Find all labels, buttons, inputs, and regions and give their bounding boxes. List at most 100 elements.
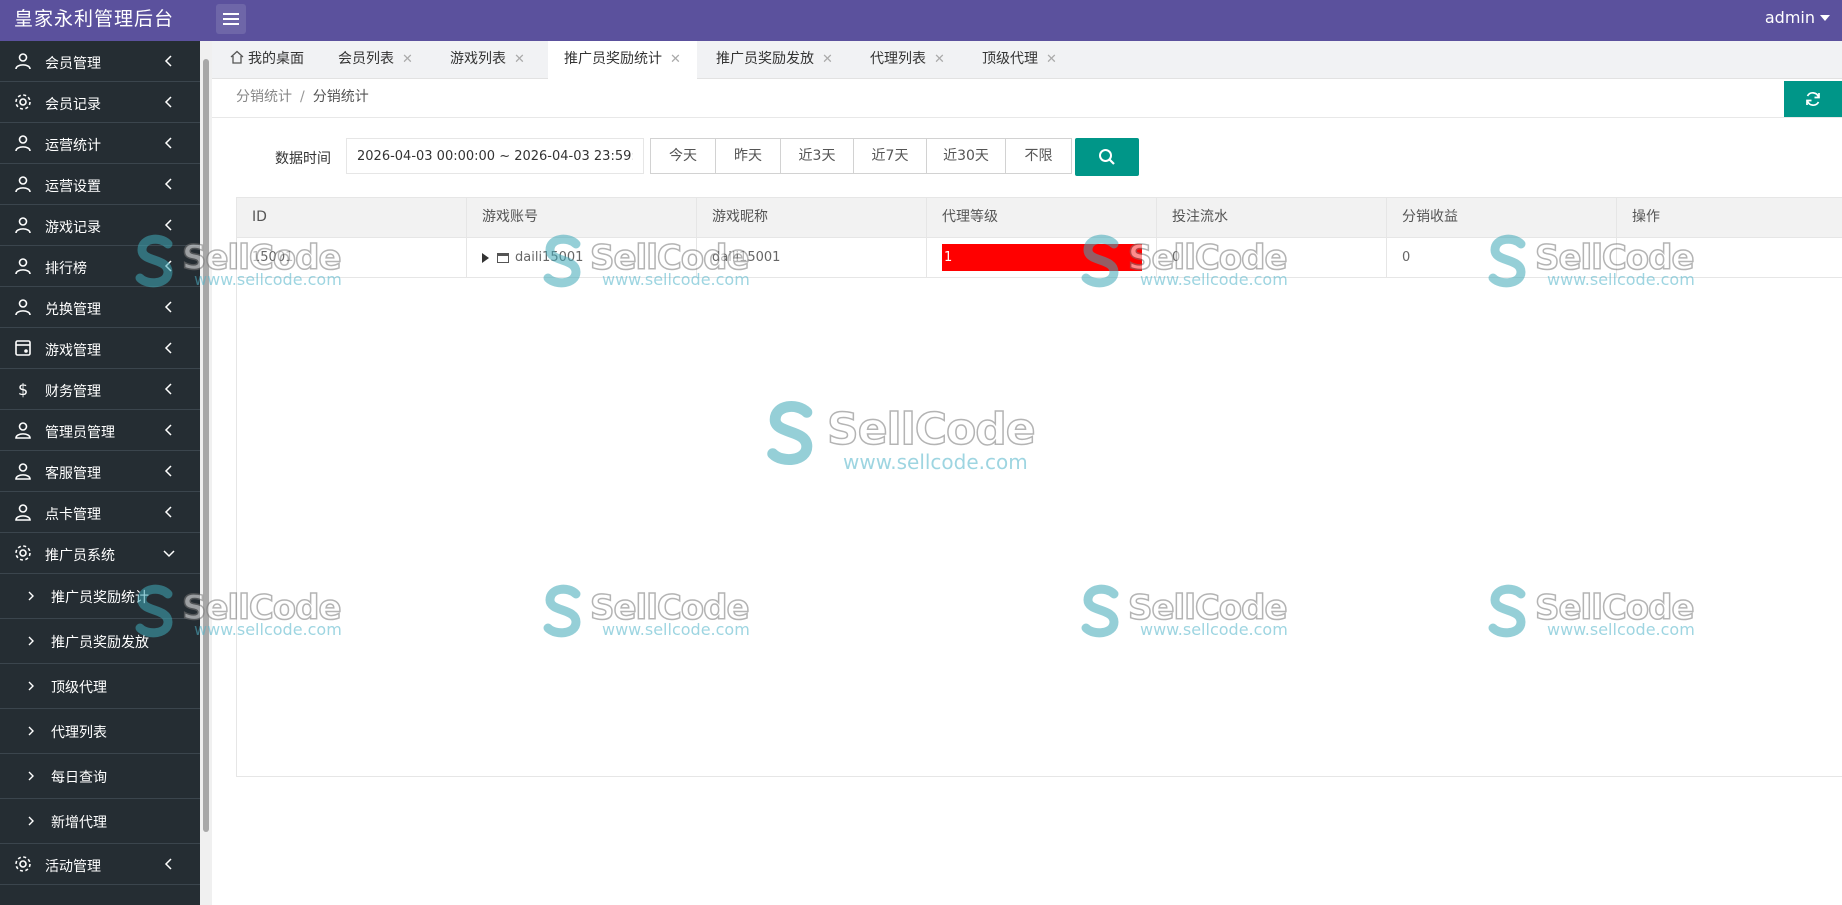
sidebar-subitem-label: 顶级代理	[51, 680, 107, 696]
sidebar-item-promoter-system[interactable]: 推广员系统	[0, 533, 200, 574]
close-icon[interactable]: ✕	[934, 52, 945, 67]
sidebar-item-leaderboard[interactable]: 排行榜	[0, 246, 200, 287]
column-header-nickname: 游戏昵称	[697, 198, 927, 237]
gear-icon	[15, 545, 31, 561]
game-icon	[15, 340, 31, 356]
sidebar-subitem-add-agent[interactable]: 新增代理	[0, 799, 200, 844]
sidebar-item-customer-service[interactable]: 客服管理	[0, 451, 200, 492]
range-today-button[interactable]: 今天	[651, 139, 716, 173]
sidebar-subitem-daily-query[interactable]: 每日查询	[0, 754, 200, 799]
range-3days-button[interactable]: 近3天	[781, 139, 854, 173]
app-title: 皇家永利管理后台	[14, 8, 175, 30]
chevron-left-icon	[164, 178, 172, 190]
chevron-left-icon	[164, 137, 172, 149]
close-icon[interactable]: ✕	[402, 52, 413, 67]
sidebar-item-activity-management[interactable]: 活动管理	[0, 844, 200, 885]
sidebar-subitem-label: 每日查询	[51, 770, 107, 786]
tab-bar: 我的桌面 会员列表 ✕ 游戏列表 ✕ 推广员奖励统计 ✕ 推广员奖励发放 ✕ 代理列表 ✕…	[212, 41, 1842, 79]
breadcrumb: 分销统计 / 分销统计	[236, 86, 369, 106]
sidebar-subitem-top-agent[interactable]: 顶级代理	[0, 664, 200, 709]
sidebar-item-member-records[interactable]: 会员记录	[0, 82, 200, 123]
sidebar-item-label: 活动管理	[45, 859, 101, 875]
table-row[interactable]: 15001 daili15001 daili15001 1 0 0	[237, 238, 1842, 278]
date-filter-label: 数据时间	[275, 151, 331, 167]
tab-promoter-reward-stats[interactable]: 推广员奖励统计 ✕	[548, 41, 697, 79]
column-header-bet-flow: 投注流水	[1157, 198, 1387, 237]
cell-action	[1617, 238, 1842, 277]
sidebar-item-label: 运营统计	[45, 138, 101, 154]
sidebar-item-operations-settings[interactable]: 运营设置	[0, 164, 200, 205]
gear-icon	[15, 94, 31, 110]
sidebar-item-exchange-management[interactable]: 兑换管理	[0, 287, 200, 328]
top-header: 皇家永利管理后台 admin	[0, 0, 1842, 41]
sidebar-item-label: 游戏记录	[45, 220, 101, 236]
cell-nickname: daili15001	[697, 238, 927, 277]
expand-arrow-icon[interactable]	[482, 252, 489, 263]
range-7days-button[interactable]: 近7天	[854, 139, 927, 173]
tab-game-list[interactable]: 游戏列表 ✕	[450, 41, 525, 78]
range-30days-button[interactable]: 近30天	[927, 139, 1006, 173]
breadcrumb-current: 分销统计	[312, 89, 369, 105]
sidebar-item-member-management[interactable]: 会员管理	[0, 41, 200, 82]
sidebar-item-label: 管理员管理	[45, 425, 115, 441]
sidebar-subitem-label: 推广员奖励发放	[51, 635, 149, 651]
sidebar-item-game-records[interactable]: 游戏记录	[0, 205, 200, 246]
tab-agent-list[interactable]: 代理列表 ✕	[870, 41, 945, 78]
divider	[212, 117, 1842, 118]
chevron-left-icon	[164, 219, 172, 231]
breadcrumb-separator: /	[300, 89, 305, 105]
chevron-down-icon	[163, 550, 175, 558]
menu-toggle-button[interactable]	[216, 4, 246, 34]
range-yesterday-button[interactable]: 昨天	[716, 139, 781, 173]
sidebar-item-label: 游戏管理	[45, 343, 101, 359]
close-icon[interactable]: ✕	[514, 52, 525, 67]
user-icon	[15, 135, 31, 152]
breadcrumb-parent[interactable]: 分销统计	[236, 89, 292, 105]
chevron-left-icon	[164, 858, 172, 870]
chevron-left-icon	[164, 383, 172, 395]
range-unlimited-button[interactable]: 不限	[1006, 139, 1071, 173]
admin-icon	[15, 422, 31, 439]
table-header: ID 游戏账号 游戏昵称 代理等级 投注流水 分销收益 操作	[237, 198, 1842, 238]
sidebar-item-operations-stats[interactable]: 运营统计	[0, 123, 200, 164]
chevron-left-icon	[164, 55, 172, 67]
refresh-button[interactable]	[1784, 81, 1842, 117]
sidebar-item-point-card[interactable]: 点卡管理	[0, 492, 200, 533]
user-menu[interactable]: admin	[1765, 8, 1830, 27]
chevron-left-icon	[164, 424, 172, 436]
chevron-right-icon	[28, 726, 34, 736]
sidebar-subitem-agent-list[interactable]: 代理列表	[0, 709, 200, 754]
tab-member-list[interactable]: 会员列表 ✕	[338, 41, 413, 78]
tab-top-agent[interactable]: 顶级代理 ✕	[982, 41, 1057, 78]
caret-down-icon	[1820, 14, 1830, 21]
chevron-right-icon	[28, 771, 34, 781]
cell-account-text: daili15001	[515, 250, 584, 265]
column-header-level: 代理等级	[927, 198, 1157, 237]
close-icon[interactable]: ✕	[670, 52, 681, 67]
sidebar-subitem-label: 推广员奖励统计	[51, 590, 149, 606]
sidebar-scroll-thumb[interactable]	[203, 59, 209, 832]
sidebar-item-label: 会员管理	[45, 56, 101, 72]
search-icon	[1099, 149, 1115, 165]
tab-label: 游戏列表	[450, 51, 506, 67]
date-range-input[interactable]	[346, 138, 644, 174]
chevron-right-icon	[28, 816, 34, 826]
close-icon[interactable]: ✕	[1046, 52, 1057, 67]
sidebar-subitem-promoter-reward-payout[interactable]: 推广员奖励发放	[0, 619, 200, 664]
sidebar-item-game-management[interactable]: 游戏管理	[0, 328, 200, 369]
sidebar-item-finance-management[interactable]: $ 财务管理	[0, 369, 200, 410]
sidebar-item-label: 点卡管理	[45, 507, 101, 523]
column-header-account: 游戏账号	[467, 198, 697, 237]
sidebar-item-admin-management[interactable]: 管理员管理	[0, 410, 200, 451]
sidebar-scrollbar[interactable]	[200, 41, 212, 905]
cell-id: 15001	[237, 238, 467, 277]
cell-income: 0	[1387, 238, 1617, 277]
search-button[interactable]	[1075, 138, 1139, 176]
sidebar-subitem-promoter-reward-stats[interactable]: 推广员奖励统计	[0, 574, 200, 619]
tab-my-desktop[interactable]: 我的桌面	[230, 41, 304, 78]
close-icon[interactable]: ✕	[822, 52, 833, 67]
user-icon	[15, 258, 31, 275]
tab-promoter-reward-payout[interactable]: 推广员奖励发放 ✕	[716, 41, 833, 78]
column-header-action: 操作	[1632, 209, 1660, 225]
sidebar: 会员管理 会员记录 运营统计 运营设置 游戏记录 排行榜 兑换管理 游戏管理 $	[0, 41, 200, 905]
